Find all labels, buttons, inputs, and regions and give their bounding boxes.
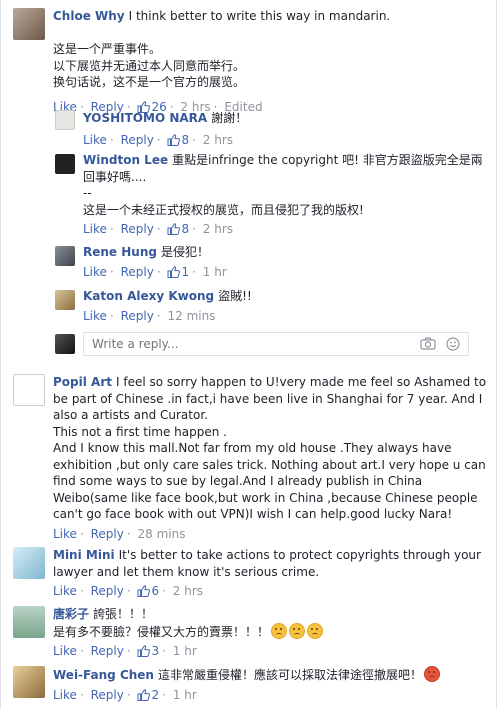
thumbs-up-icon <box>167 223 181 235</box>
emoji-icon[interactable] <box>446 337 460 351</box>
timestamp[interactable]: 2 hrs <box>203 222 233 236</box>
reply-link[interactable]: Reply <box>91 527 124 541</box>
like-link[interactable]: Like <box>53 527 77 541</box>
avatar[interactable] <box>55 154 75 174</box>
like-link[interactable]: Like <box>83 309 107 323</box>
timestamp[interactable]: 12 mins <box>167 309 215 323</box>
like-count-value: 3 <box>151 644 160 658</box>
comment-thread: Chloe Why I think better to write this wa… <box>0 0 497 708</box>
commenter-name[interactable]: Wei-Fang Chen <box>53 668 154 682</box>
comment-text: It's better to take actions to protect c… <box>53 548 485 579</box>
commenter-name[interactable]: Chloe Why <box>53 9 125 23</box>
like-count-value: 6 <box>151 584 160 598</box>
avatar[interactable] <box>13 606 45 638</box>
timestamp[interactable]: 28 mins <box>137 527 185 541</box>
comment-actions: Like · Reply · 6 · 2 hrs <box>53 584 204 598</box>
camera-icon[interactable] <box>420 337 436 350</box>
comment-actions: Like · Reply · 1 · 1 hr <box>83 264 227 279</box>
reply-link[interactable]: Reply <box>91 688 124 702</box>
current-user-avatar <box>55 334 75 354</box>
avatar[interactable] <box>55 290 75 310</box>
thumbs-up-icon <box>137 585 151 597</box>
comment-text: 這非常嚴重侵權！應該可以採取法律途徑撤展吧！ <box>157 668 422 682</box>
avatar[interactable] <box>55 246 75 266</box>
reply-input[interactable] <box>90 336 394 352</box>
thumbs-up-icon <box>167 133 181 146</box>
reply-link[interactable]: Reply <box>121 133 154 147</box>
reply-link[interactable]: Reply <box>121 265 154 279</box>
comment-text: 謝謝！ <box>211 111 248 125</box>
comment-text: 盜賊!! <box>218 289 252 303</box>
thumbs-up-icon <box>137 688 151 701</box>
thumbs-up-icon <box>167 265 181 278</box>
commenter-name[interactable]: Windton Lee <box>83 153 168 167</box>
emoji-icon <box>271 622 288 639</box>
like-count-value: 2 <box>151 687 160 702</box>
timestamp[interactable]: 1 hr <box>173 688 197 702</box>
comment-actions: Like · Reply · 2 · 1 hr <box>53 687 197 702</box>
like-count-value: 1 <box>181 264 190 279</box>
comment-actions: Like · Reply · 28 mins <box>53 526 186 541</box>
like-count[interactable]: 2 <box>137 688 159 702</box>
commenter-name[interactable]: Rene Hung <box>83 245 157 259</box>
timestamp[interactable]: 2 hrs <box>173 584 203 598</box>
commenter-name[interactable]: Mini Mini <box>53 548 115 562</box>
like-count[interactable]: 8 <box>167 133 189 147</box>
like-link[interactable]: Like <box>83 222 107 236</box>
commenter-name[interactable]: YOSHITOMO NARA <box>83 111 207 125</box>
reply-link[interactable]: Reply <box>121 222 154 236</box>
comment-actions: Like · Reply · 12 mins <box>83 308 216 323</box>
avatar[interactable] <box>13 8 45 40</box>
emoji-icon <box>289 622 306 639</box>
timestamp[interactable]: 2 hrs <box>203 133 233 147</box>
avatar[interactable] <box>13 547 45 579</box>
reply-link[interactable]: Reply <box>91 584 124 598</box>
timestamp[interactable]: 1 hr <box>173 644 197 658</box>
reply-link[interactable]: Reply <box>91 644 124 658</box>
avatar[interactable] <box>13 374 45 406</box>
like-link[interactable]: Like <box>83 133 107 147</box>
avatar[interactable] <box>13 666 45 698</box>
thumbs-up-icon <box>137 645 151 657</box>
like-count-value: 8 <box>181 222 190 236</box>
like-link[interactable]: Like <box>83 265 107 279</box>
commenter-name[interactable]: Katon Alexy Kwong <box>83 289 214 303</box>
like-count[interactable]: 8 <box>167 222 189 236</box>
timestamp[interactable]: 1 hr <box>203 265 227 279</box>
like-link[interactable]: Like <box>53 644 77 658</box>
emoji-icon <box>424 666 440 682</box>
comment-text: 是侵犯！ <box>160 245 209 259</box>
reply-box[interactable] <box>83 332 469 356</box>
like-count[interactable]: 3 <box>137 644 159 658</box>
comment-actions: Like · Reply · 8 · 2 hrs <box>83 222 234 236</box>
avatar[interactable] <box>55 110 75 130</box>
comment-actions: Like · Reply · 3 · 1 hr <box>53 644 197 658</box>
commenter-name[interactable]: 唐彩子 <box>53 607 89 621</box>
like-count[interactable]: 6 <box>137 584 159 598</box>
reply-link[interactable]: Reply <box>121 309 154 323</box>
like-link[interactable]: Like <box>53 688 77 702</box>
comment-actions: Like · Reply · 8 · 2 hrs <box>83 132 234 147</box>
like-link[interactable]: Like <box>53 584 77 598</box>
like-count[interactable]: 1 <box>167 265 189 279</box>
emoji-icon <box>307 622 324 639</box>
comment-text: I feel so sorry happen to U!very made me… <box>53 375 487 521</box>
commenter-name[interactable]: Popil Art <box>53 375 112 389</box>
like-count-value: 8 <box>181 132 190 147</box>
